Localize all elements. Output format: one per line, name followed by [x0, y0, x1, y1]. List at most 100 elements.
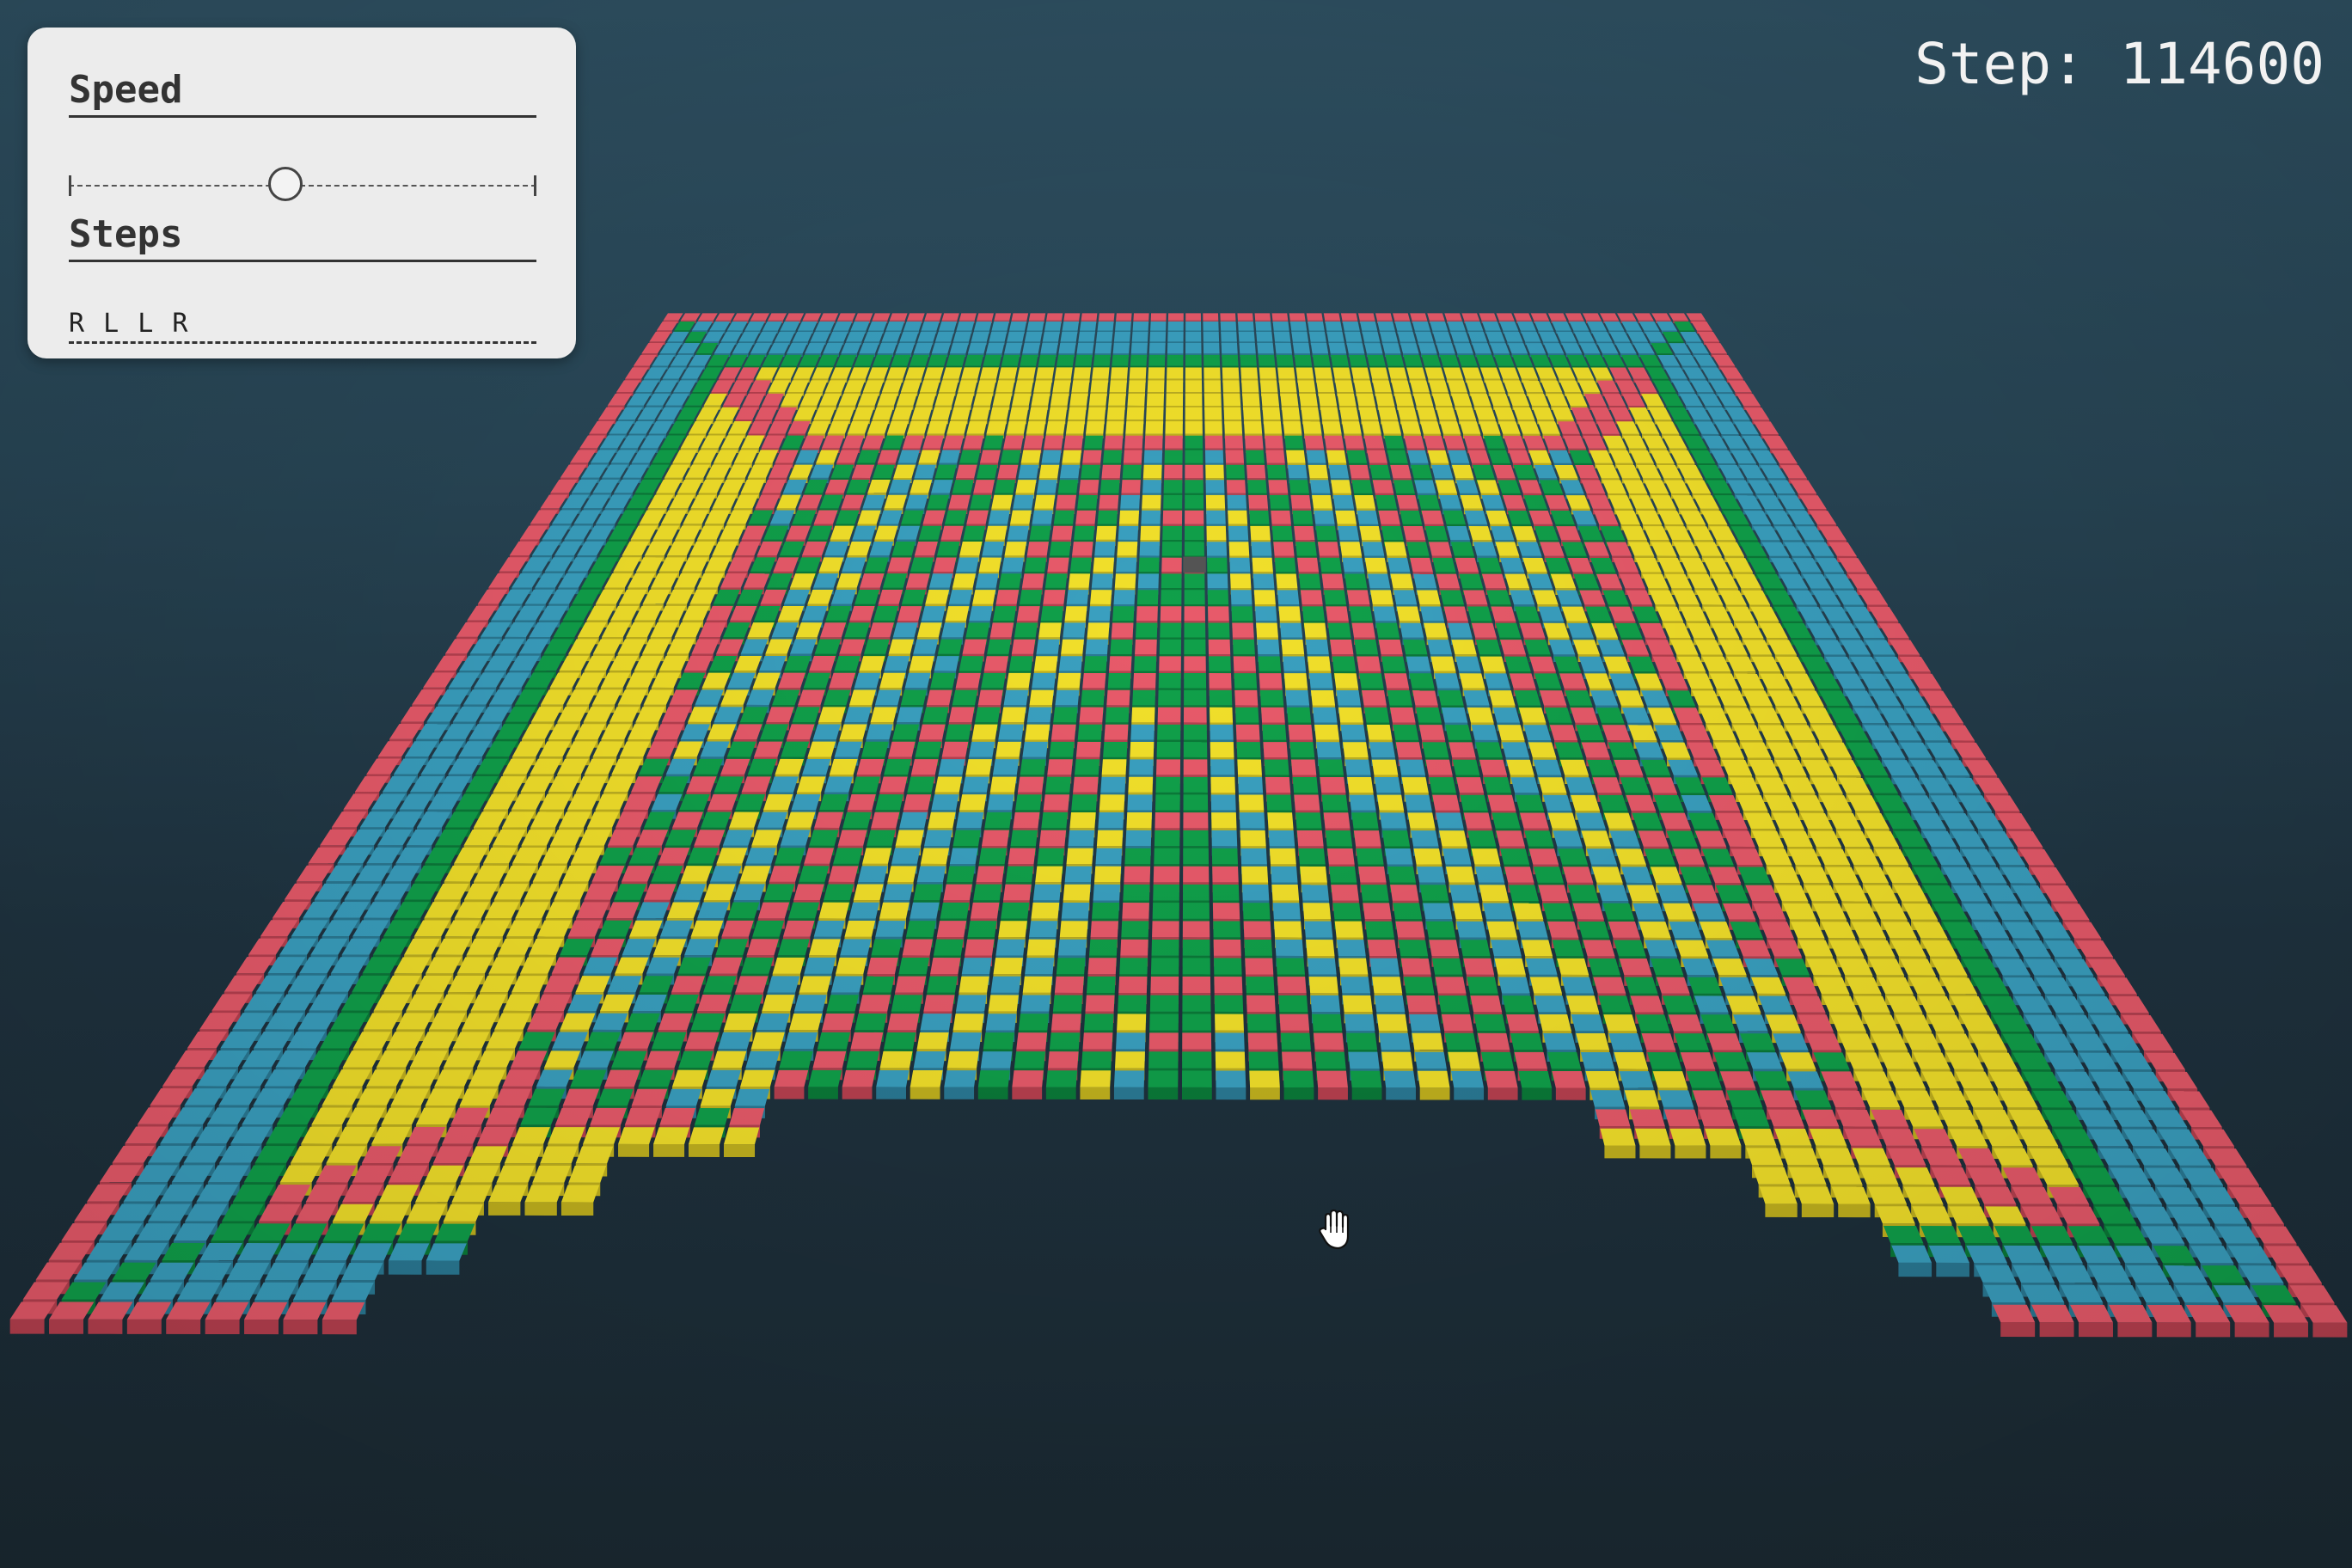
grid-cell [1330, 639, 1354, 655]
grid-cell [673, 741, 703, 757]
grid-cell [1821, 922, 1856, 939]
grid-cell [781, 741, 810, 757]
grid-cell [237, 1243, 280, 1261]
grid-cell [1513, 407, 1535, 420]
grid-cell [1369, 958, 1400, 975]
grid-cell [1167, 331, 1184, 342]
grid-cell [2067, 1226, 2110, 1244]
grid-cell [1229, 557, 1251, 573]
grid-cell [665, 1088, 701, 1106]
grid-cell [1499, 322, 1519, 331]
grid-cell [1975, 1186, 2017, 1204]
grid-cell [1403, 526, 1426, 541]
grid-cell [1922, 1148, 1962, 1166]
grid-cell [666, 902, 700, 919]
grid-cell [859, 995, 891, 1012]
grid-cell [1739, 1128, 1777, 1146]
grid-cell [1041, 450, 1062, 463]
grid-cell [1378, 510, 1400, 524]
grid-cell [1614, 622, 1643, 638]
grid-cell [2265, 1246, 2310, 1264]
grid-cell [1475, 640, 1502, 655]
speed-slider[interactable] [69, 155, 536, 218]
grid-cell [1232, 622, 1254, 638]
grid-cell [1268, 830, 1295, 847]
grid-cell [727, 672, 756, 689]
grid-cell [1331, 480, 1352, 493]
grid-cell [1358, 867, 1387, 883]
grid-cell [1312, 1014, 1343, 1031]
grid-cell [1557, 958, 1589, 975]
grid-cell [1309, 480, 1331, 493]
grid-cell [928, 573, 953, 588]
grid-cell [977, 380, 996, 393]
grid-cell [1024, 557, 1047, 573]
grid-cell [1166, 380, 1184, 393]
grid-cell [988, 995, 1019, 1012]
grid-cell [296, 865, 333, 882]
grid-cell [615, 957, 649, 974]
grid-cell [1491, 812, 1521, 829]
grid-cell [1528, 742, 1557, 758]
grid-cell [857, 866, 888, 882]
grid-cell [1114, 1051, 1145, 1069]
grid-cell [690, 1013, 726, 1031]
grid-cell [916, 866, 946, 883]
grid-cell [867, 421, 889, 434]
grid-cell [1996, 813, 2031, 830]
grid-cell [1888, 1071, 1926, 1089]
grid-cell [1271, 885, 1300, 901]
grid-cell [1393, 590, 1418, 605]
grid-cell [952, 331, 972, 342]
slider-track[interactable] [69, 185, 536, 187]
grid-cell [432, 1146, 473, 1164]
grid-cell [1241, 884, 1270, 901]
grid-cell [369, 1204, 410, 1222]
grid-cell [1220, 313, 1236, 321]
grid-cell [1344, 435, 1364, 449]
grid-cell [1424, 526, 1449, 541]
grid-cell [1249, 1070, 1280, 1088]
grid-cell [1805, 1033, 1842, 1050]
grid-cell [1330, 354, 1349, 366]
grid-cell [1289, 322, 1308, 331]
grid-cell [1745, 885, 1779, 902]
grid-cell [1029, 921, 1058, 938]
grid-cell [1038, 622, 1062, 638]
grid-cell [1903, 1033, 1941, 1050]
grid-cell [1487, 794, 1516, 811]
grid-cell [2070, 1304, 2113, 1323]
grid-cell [1488, 450, 1510, 463]
grid-cell [1257, 639, 1280, 655]
grid-cell [1291, 331, 1309, 342]
grid-cell [1638, 922, 1671, 938]
slider-thumb[interactable] [267, 167, 303, 201]
grid-cell [639, 758, 670, 775]
grid-cell [1259, 689, 1284, 706]
grid-cell [905, 367, 926, 379]
grid-cell [1496, 830, 1525, 847]
grid-cell [818, 557, 844, 572]
grid-cell [1674, 777, 1706, 793]
grid-cell [1538, 331, 1559, 342]
grid-cell [1455, 480, 1479, 493]
grid-cell [883, 884, 914, 901]
grid-cell [948, 494, 971, 509]
grid-cell [1412, 1032, 1444, 1050]
grid-cell [1513, 313, 1532, 321]
grid-cell [1182, 1051, 1212, 1069]
grid-cell [780, 830, 811, 846]
steps-rule-input[interactable]: R L L R [69, 304, 536, 344]
grid-cell [1335, 510, 1357, 524]
grid-cell [1281, 407, 1301, 420]
grid-cell [520, 1107, 558, 1125]
grid-cell [1871, 1109, 1909, 1127]
grid-cell [1359, 322, 1378, 331]
grid-cell [591, 939, 625, 956]
grid-cell [419, 1032, 457, 1049]
grid-cell [415, 1185, 456, 1203]
grid-cell [1567, 557, 1593, 573]
grid-cell [504, 1146, 543, 1164]
grid-cell [1514, 606, 1540, 622]
grid-cell [1726, 1090, 1763, 1107]
